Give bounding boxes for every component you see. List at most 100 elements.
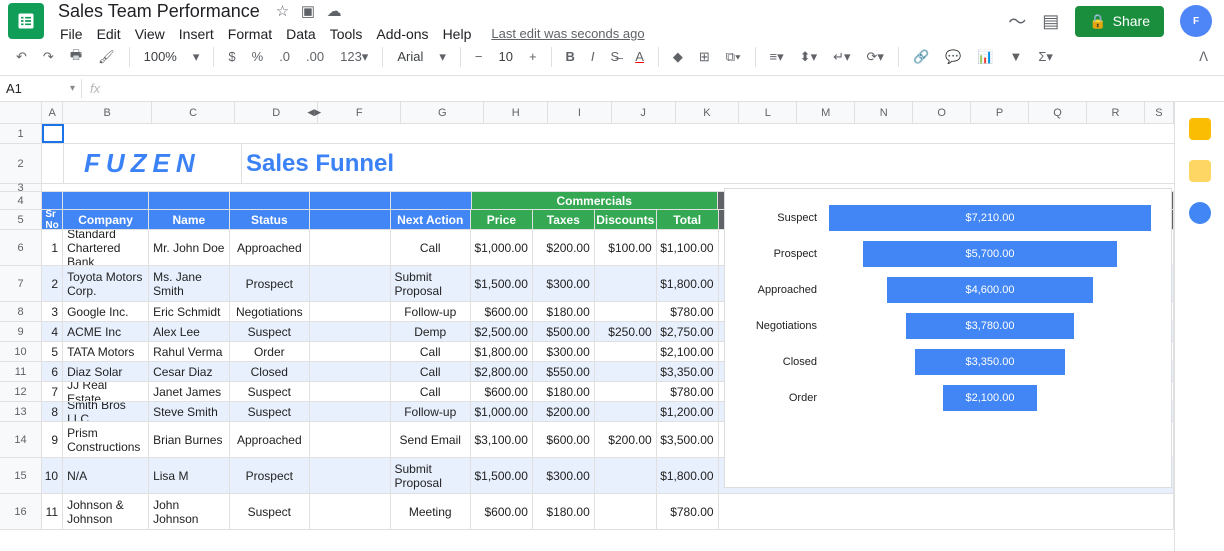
- col-header[interactable]: L: [739, 102, 797, 123]
- cell[interactable]: 4: [42, 322, 63, 341]
- cell[interactable]: 5: [42, 342, 63, 361]
- fill-color-button[interactable]: ◆: [667, 45, 689, 69]
- cell[interactable]: Brian Burnes: [149, 422, 229, 457]
- print-button[interactable]: 🖶: [64, 42, 88, 72]
- cell[interactable]: Standard Chartered Bank: [63, 230, 149, 265]
- cell[interactable]: $200.00: [533, 402, 595, 421]
- sheets-logo-icon[interactable]: [8, 3, 44, 39]
- row-header[interactable]: 8: [0, 302, 42, 321]
- collapse-toolbar-button[interactable]: ᐱ: [1193, 45, 1214, 69]
- cell[interactable]: [310, 266, 390, 301]
- text-color-button[interactable]: A: [629, 45, 650, 68]
- cell[interactable]: 8: [42, 402, 63, 421]
- cell[interactable]: Demp: [391, 322, 471, 341]
- name-box[interactable]: A1▾: [0, 79, 82, 98]
- borders-button[interactable]: ⊞: [693, 45, 716, 69]
- calendar-icon[interactable]: [1189, 118, 1211, 140]
- row-header[interactable]: 15: [0, 458, 42, 493]
- cell[interactable]: Send Email: [391, 422, 471, 457]
- cell[interactable]: Alex Lee: [149, 322, 229, 341]
- avatar[interactable]: F: [1180, 5, 1212, 37]
- star-icon[interactable]: ☆: [276, 3, 289, 20]
- row-header[interactable]: 9: [0, 322, 42, 341]
- cell[interactable]: Diaz Solar: [63, 362, 149, 381]
- cell[interactable]: [595, 302, 657, 321]
- col-header[interactable]: R: [1087, 102, 1145, 123]
- cell[interactable]: $300.00: [533, 266, 595, 301]
- dec-decrease-button[interactable]: .0: [273, 45, 296, 68]
- cell[interactable]: Submit Proposal: [391, 266, 471, 301]
- col-header[interactable]: K: [676, 102, 740, 123]
- cell[interactable]: Mr. John Doe: [149, 230, 229, 265]
- cell[interactable]: $600.00: [533, 422, 595, 457]
- cloud-icon[interactable]: ☁: [327, 3, 342, 20]
- chart-button[interactable]: 📊: [971, 45, 999, 69]
- cell[interactable]: Ms. Jane Smith: [149, 266, 229, 301]
- cell[interactable]: JJ Real Estate: [63, 382, 149, 401]
- cell[interactable]: $1,500.00: [471, 458, 533, 493]
- cell[interactable]: $200.00: [533, 230, 595, 265]
- paint-format-button[interactable]: 🖌: [92, 45, 121, 69]
- cell[interactable]: [42, 124, 64, 143]
- cell[interactable]: $2,800.00: [471, 362, 533, 381]
- cell[interactable]: ACME Inc: [63, 322, 149, 341]
- cell[interactable]: 10: [42, 458, 63, 493]
- cell[interactable]: Submit Proposal: [391, 458, 471, 493]
- cell[interactable]: 3: [42, 302, 63, 321]
- cell[interactable]: [310, 458, 390, 493]
- redo-button[interactable]: ↷: [37, 45, 60, 69]
- funnel-chart[interactable]: Suspect $7,210.00Prospect $5,700.00Appro…: [724, 188, 1172, 488]
- row-header[interactable]: 2: [0, 144, 42, 183]
- cell[interactable]: [595, 362, 657, 381]
- cell[interactable]: $3,500.00: [657, 422, 719, 457]
- cell[interactable]: [310, 382, 390, 401]
- cell[interactable]: TATA Motors: [63, 342, 149, 361]
- dec-increase-button[interactable]: .00: [300, 45, 330, 68]
- col-header[interactable]: D◀▶: [235, 102, 318, 123]
- row-header[interactable]: 12: [0, 382, 42, 401]
- cell[interactable]: Order: [230, 342, 310, 361]
- row-header[interactable]: 13: [0, 402, 42, 421]
- cell[interactable]: [595, 382, 657, 401]
- cell[interactable]: $550.00: [533, 362, 595, 381]
- doc-title[interactable]: Sales Team Performance: [54, 0, 264, 24]
- cell[interactable]: Prospect: [230, 266, 310, 301]
- cell[interactable]: Closed: [230, 362, 310, 381]
- cell[interactable]: [719, 494, 1174, 529]
- cell[interactable]: [310, 302, 390, 321]
- cell[interactable]: Eric Schmidt: [149, 302, 229, 321]
- cell[interactable]: $180.00: [533, 302, 595, 321]
- col-header[interactable]: I: [548, 102, 612, 123]
- cell[interactable]: [595, 458, 657, 493]
- select-all-corner[interactable]: [0, 102, 42, 123]
- col-header[interactable]: O: [913, 102, 971, 123]
- cell[interactable]: $2,750.00: [657, 322, 719, 341]
- col-header[interactable]: F: [318, 102, 401, 123]
- row-header[interactable]: 5: [0, 210, 42, 229]
- cell[interactable]: Approached: [230, 422, 310, 457]
- cell[interactable]: [595, 494, 657, 529]
- cell[interactable]: Prism Constructions: [63, 422, 149, 457]
- cell[interactable]: $600.00: [471, 382, 533, 401]
- cell[interactable]: [310, 322, 390, 341]
- cell[interactable]: [310, 230, 390, 265]
- share-button[interactable]: 🔒 Share: [1075, 6, 1164, 37]
- cell[interactable]: $3,350.00: [657, 362, 719, 381]
- cell[interactable]: $3,100.00: [471, 422, 533, 457]
- comment-button[interactable]: 💬: [939, 45, 967, 69]
- link-button[interactable]: 🔗: [907, 45, 935, 69]
- cell[interactable]: $250.00: [595, 322, 657, 341]
- cell[interactable]: Janet James: [149, 382, 229, 401]
- keep-icon[interactable]: [1189, 160, 1211, 182]
- col-header[interactable]: Q: [1029, 102, 1087, 123]
- merge-button[interactable]: ⧉▾: [720, 45, 747, 69]
- tasks-icon[interactable]: [1189, 202, 1211, 224]
- cell[interactable]: [310, 342, 390, 361]
- cell[interactable]: $1,800.00: [657, 266, 719, 301]
- percent-button[interactable]: %: [246, 45, 270, 68]
- cell[interactable]: 2: [42, 266, 63, 301]
- col-header[interactable]: S: [1145, 102, 1174, 123]
- col-header[interactable]: A: [42, 102, 63, 123]
- row-header[interactable]: 11: [0, 362, 42, 381]
- cell[interactable]: [595, 266, 657, 301]
